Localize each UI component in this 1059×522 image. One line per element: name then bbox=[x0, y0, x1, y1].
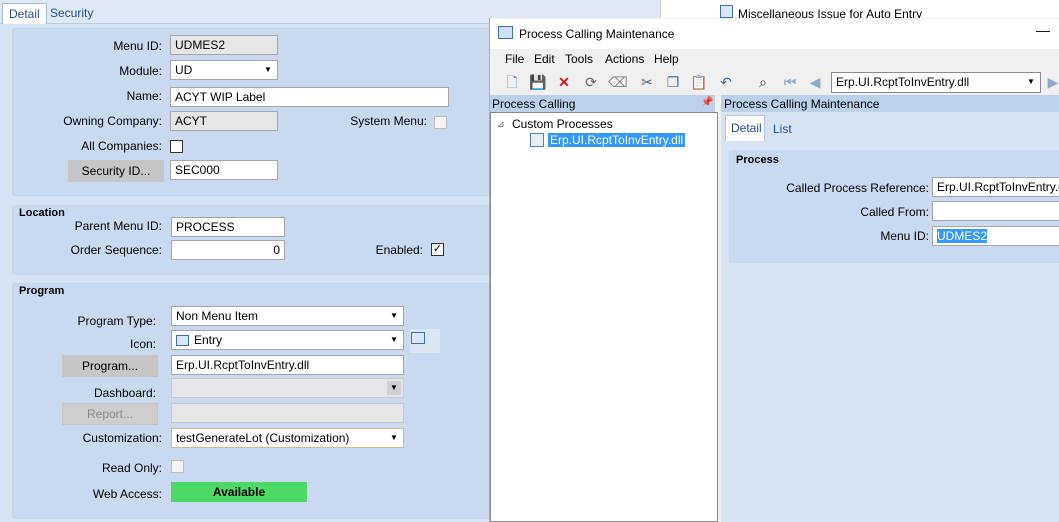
menu-id-field[interactable]: UDMES2 bbox=[170, 35, 278, 55]
app-icon bbox=[498, 26, 513, 39]
module-value: UD bbox=[175, 63, 193, 77]
order-sequence-label: Order Sequence: bbox=[70, 243, 162, 257]
program-button[interactable]: Program... bbox=[62, 355, 158, 377]
save-icon[interactable]: 💾 bbox=[529, 73, 547, 91]
process-calling-header: Process Calling bbox=[490, 95, 715, 112]
tree-child-node[interactable]: Erp.UI.RcptToInvEntry.dll bbox=[548, 133, 686, 147]
copy-icon[interactable]: ❐ bbox=[664, 73, 682, 91]
called-from-field[interactable] bbox=[932, 201, 1059, 221]
first-icon[interactable]: ⏮ bbox=[781, 73, 799, 91]
menu-help[interactable]: Help bbox=[654, 52, 679, 66]
enabled-checkbox[interactable]: ✓ bbox=[431, 243, 444, 256]
tab-detail[interactable]: Detail bbox=[2, 3, 47, 24]
tab-detail-right[interactable]: Detail bbox=[725, 115, 765, 141]
tree-collapse-icon[interactable]: ⊿ bbox=[497, 119, 505, 130]
refresh-icon[interactable]: ⟳ bbox=[582, 73, 600, 91]
module-select[interactable]: UD ▼ bbox=[170, 60, 278, 80]
icon-value: Entry bbox=[194, 333, 223, 347]
customization-label: Customization: bbox=[82, 431, 162, 445]
program-field[interactable]: Erp.UI.RcptToInvEntry.dll bbox=[171, 355, 404, 375]
window-icon bbox=[720, 5, 733, 18]
dll-icon bbox=[530, 133, 544, 147]
chevron-down-icon[interactable]: ▼ bbox=[387, 333, 401, 347]
all-companies-label: All Companies: bbox=[81, 139, 162, 153]
clear-icon[interactable]: ⌫ bbox=[608, 73, 628, 91]
record-combo[interactable]: Erp.UI.RcptToInvEntry.dll ▼ bbox=[831, 72, 1041, 93]
menu-file[interactable]: File bbox=[505, 52, 524, 66]
security-id-field[interactable]: SEC000 bbox=[170, 160, 278, 180]
all-companies-checkbox[interactable] bbox=[170, 140, 183, 153]
menu-edit[interactable]: Edit bbox=[534, 52, 555, 66]
record-combo-value: Erp.UI.RcptToInvEntry.dll bbox=[836, 75, 970, 89]
chevron-down-icon[interactable]: ▼ bbox=[387, 309, 401, 323]
search-icon[interactable]: ⌕ bbox=[754, 73, 772, 91]
pin-icon[interactable]: 📌 bbox=[701, 97, 713, 108]
chevron-down-icon[interactable]: ▼ bbox=[387, 431, 401, 445]
process-tree bbox=[490, 112, 718, 522]
dashboard-label: Dashboard: bbox=[93, 386, 156, 400]
icon-label: Icon: bbox=[129, 337, 156, 351]
order-sequence-field[interactable]: 0 bbox=[171, 240, 285, 260]
minimize-icon[interactable]: — bbox=[1036, 22, 1050, 38]
chevron-down-icon[interactable]: ▼ bbox=[261, 63, 275, 77]
called-process-label: Called Process Reference: bbox=[786, 181, 929, 195]
window-icon bbox=[176, 335, 189, 347]
program-type-value: Non Menu Item bbox=[176, 309, 259, 323]
security-id-button[interactable]: Security ID... bbox=[68, 160, 164, 182]
owning-company-label: Owning Company: bbox=[63, 114, 162, 128]
menu-actions[interactable]: Actions bbox=[605, 52, 644, 66]
program-type-select[interactable]: Non Menu Item ▼ bbox=[171, 306, 404, 326]
read-only-label: Read Only: bbox=[101, 461, 162, 475]
called-from-label: Called From: bbox=[860, 205, 929, 219]
name-field[interactable]: ACYT WIP Label bbox=[170, 87, 449, 107]
menu-id-label: Menu ID: bbox=[113, 39, 162, 53]
web-access-status-badge: Available bbox=[171, 482, 307, 502]
new-icon[interactable]: 🗋 bbox=[503, 73, 521, 91]
dialog-title: Process Calling Maintenance bbox=[519, 27, 675, 41]
paste-icon[interactable]: 📋 bbox=[690, 73, 708, 91]
system-menu-checkbox[interactable] bbox=[434, 116, 447, 129]
menu-id-field-right[interactable]: UDMES2 bbox=[932, 226, 1059, 246]
program-title: Program bbox=[19, 285, 65, 297]
enabled-label: Enabled: bbox=[375, 243, 423, 257]
parent-menu-id-label: Parent Menu ID: bbox=[74, 219, 162, 233]
delete-icon[interactable]: ✕ bbox=[555, 73, 573, 91]
report-button[interactable]: Report... bbox=[62, 403, 158, 425]
location-title: Location bbox=[19, 207, 65, 219]
parent-menu-id-field[interactable]: PROCESS bbox=[171, 217, 285, 237]
program-type-label: Program Type: bbox=[77, 314, 156, 328]
process-calling-maintenance-header: Process Calling Maintenance bbox=[721, 95, 1059, 112]
process-title: Process bbox=[736, 154, 779, 166]
name-label: Name: bbox=[126, 89, 162, 103]
tab-list[interactable]: List bbox=[773, 122, 792, 136]
customization-select[interactable]: testGenerateLot (Customization) ▼ bbox=[171, 428, 404, 448]
system-menu-label: System Menu: bbox=[350, 114, 427, 128]
prev-icon[interactable]: ◀ bbox=[806, 73, 824, 91]
read-only-checkbox[interactable] bbox=[171, 460, 184, 473]
undo-icon[interactable]: ↶ bbox=[717, 73, 735, 91]
menu-id-label-right: Menu ID: bbox=[880, 229, 929, 243]
chevron-down-icon[interactable]: ▼ bbox=[1024, 75, 1038, 89]
owning-company-field[interactable]: ACYT bbox=[170, 111, 278, 131]
module-label: Module: bbox=[119, 64, 162, 78]
dashboard-select[interactable]: ▼ bbox=[171, 378, 404, 398]
window-icon bbox=[411, 332, 425, 344]
icon-select[interactable]: Entry ▼ bbox=[171, 330, 404, 350]
customization-value: testGenerateLot (Customization) bbox=[176, 431, 350, 445]
cut-icon[interactable]: ✂ bbox=[638, 73, 656, 91]
menu-tools[interactable]: Tools bbox=[565, 52, 593, 66]
web-access-label: Web Access: bbox=[92, 487, 162, 501]
tree-root-node[interactable]: Custom Processes bbox=[512, 117, 613, 131]
report-field[interactable] bbox=[171, 403, 404, 423]
menu-id-value-selected: UDMES2 bbox=[937, 229, 988, 243]
called-process-field[interactable]: Erp.UI.RcptToInvEntry.dll bbox=[932, 177, 1059, 197]
next-icon[interactable]: ▶ bbox=[1044, 73, 1059, 91]
chevron-down-icon[interactable]: ▼ bbox=[387, 381, 401, 395]
icon-preview bbox=[410, 329, 440, 353]
tab-security[interactable]: Security bbox=[44, 3, 99, 24]
